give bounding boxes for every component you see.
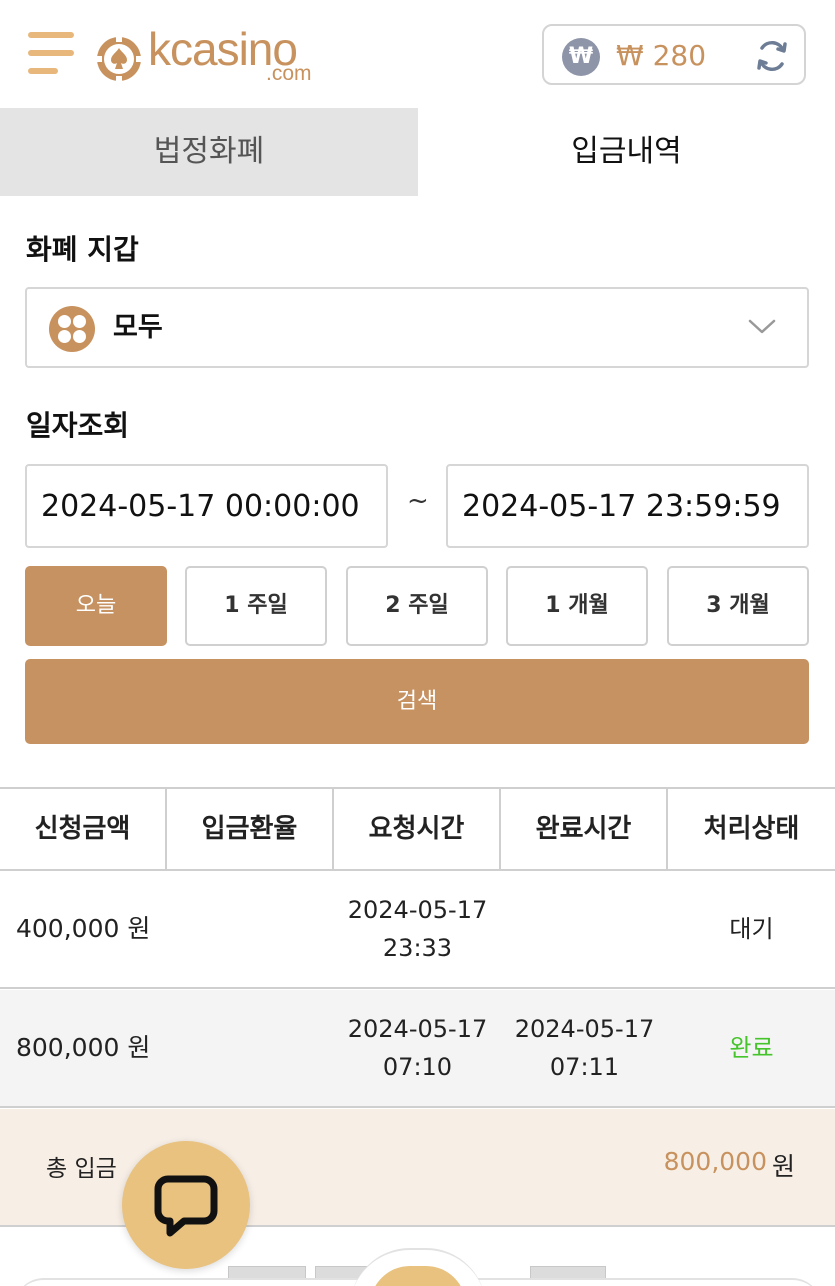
row-amount: 400,000 원	[16, 914, 151, 943]
poker-chip-icon	[95, 35, 143, 83]
end-date-input[interactable]	[448, 466, 807, 546]
col-complete-time: 완료시간	[501, 789, 668, 869]
row-rate	[167, 871, 334, 987]
logo[interactable]: kcasino .com	[94, 22, 334, 86]
row-complete-time: 2024-05-17 07:11	[501, 990, 668, 1106]
tab-bar: 법정화폐 입금내역	[0, 108, 835, 196]
row-amount: 800,000 원	[16, 1033, 151, 1062]
date-query-label: 일자조회	[26, 409, 130, 442]
range-1week-button[interactable]: 1 주일	[185, 566, 327, 646]
row-complete-date: 2024-05-17	[514, 1015, 655, 1043]
tab-deposit-history[interactable]: 입금내역	[418, 108, 835, 196]
table-row: 400,000 원 2024-05-17 23:33 대기	[0, 871, 835, 989]
row-status: 대기	[729, 915, 774, 943]
start-date-input[interactable]	[27, 466, 386, 546]
row-complete-time	[501, 871, 668, 987]
row-request-date: 2024-05-17	[347, 1015, 488, 1043]
wallet-selected-value: 모두	[113, 312, 163, 343]
balance-display: ₩ ₩ 280	[542, 24, 806, 85]
tab-fiat[interactable]: 법정화폐	[0, 108, 418, 196]
wallet-label: 화폐 지갑	[26, 233, 139, 266]
range-2week-button[interactable]: 2 주일	[346, 566, 488, 646]
table-row: 800,000 원 2024-05-17 07:10 2024-05-17 07…	[0, 990, 835, 1108]
col-status: 처리상태	[703, 814, 800, 844]
chat-bubble-icon	[154, 1175, 218, 1237]
total-label: 총 입금	[46, 1156, 117, 1182]
total-unit: 원	[771, 1152, 795, 1181]
range-3month-button[interactable]: 3 개월	[667, 566, 809, 646]
row-request-clock: 23:33	[382, 934, 453, 962]
row-status: 완료	[729, 1034, 774, 1062]
end-date-field[interactable]	[446, 464, 809, 548]
search-button[interactable]: 검색	[25, 659, 809, 744]
row-request-time: 2024-05-17 23:33	[334, 871, 501, 987]
start-date-field[interactable]	[25, 464, 388, 548]
row-request-time: 2024-05-17 07:10	[334, 990, 501, 1106]
col-request-time: 요청시간	[334, 789, 501, 869]
date-separator: ~	[407, 486, 429, 516]
chevron-down-icon	[748, 319, 776, 334]
row-request-date: 2024-05-17	[347, 896, 488, 924]
row-complete-clock: 07:11	[549, 1053, 620, 1081]
refresh-icon[interactable]	[754, 38, 790, 74]
total-amount: 800,000	[663, 1147, 767, 1176]
row-rate	[167, 990, 334, 1106]
header: kcasino .com ₩ ₩ 280	[0, 0, 835, 108]
wallet-select[interactable]: 모두	[25, 287, 809, 368]
chat-button[interactable]	[122, 1141, 250, 1269]
logo-sub: .com	[266, 62, 312, 85]
menu-icon[interactable]	[28, 30, 74, 78]
col-amount: 신청금액	[0, 789, 167, 869]
range-1month-button[interactable]: 1 개월	[506, 566, 648, 646]
range-today-button[interactable]: 오늘	[25, 566, 167, 646]
all-grid-icon	[49, 306, 95, 352]
balance-amount: ₩ 280	[616, 39, 707, 72]
col-rate: 입금환율	[167, 789, 334, 869]
row-request-clock: 07:10	[382, 1053, 453, 1081]
table-header: 신청금액 입금환율 요청시간 완료시간 처리상태	[0, 787, 835, 871]
won-coin-icon: ₩	[562, 38, 600, 76]
